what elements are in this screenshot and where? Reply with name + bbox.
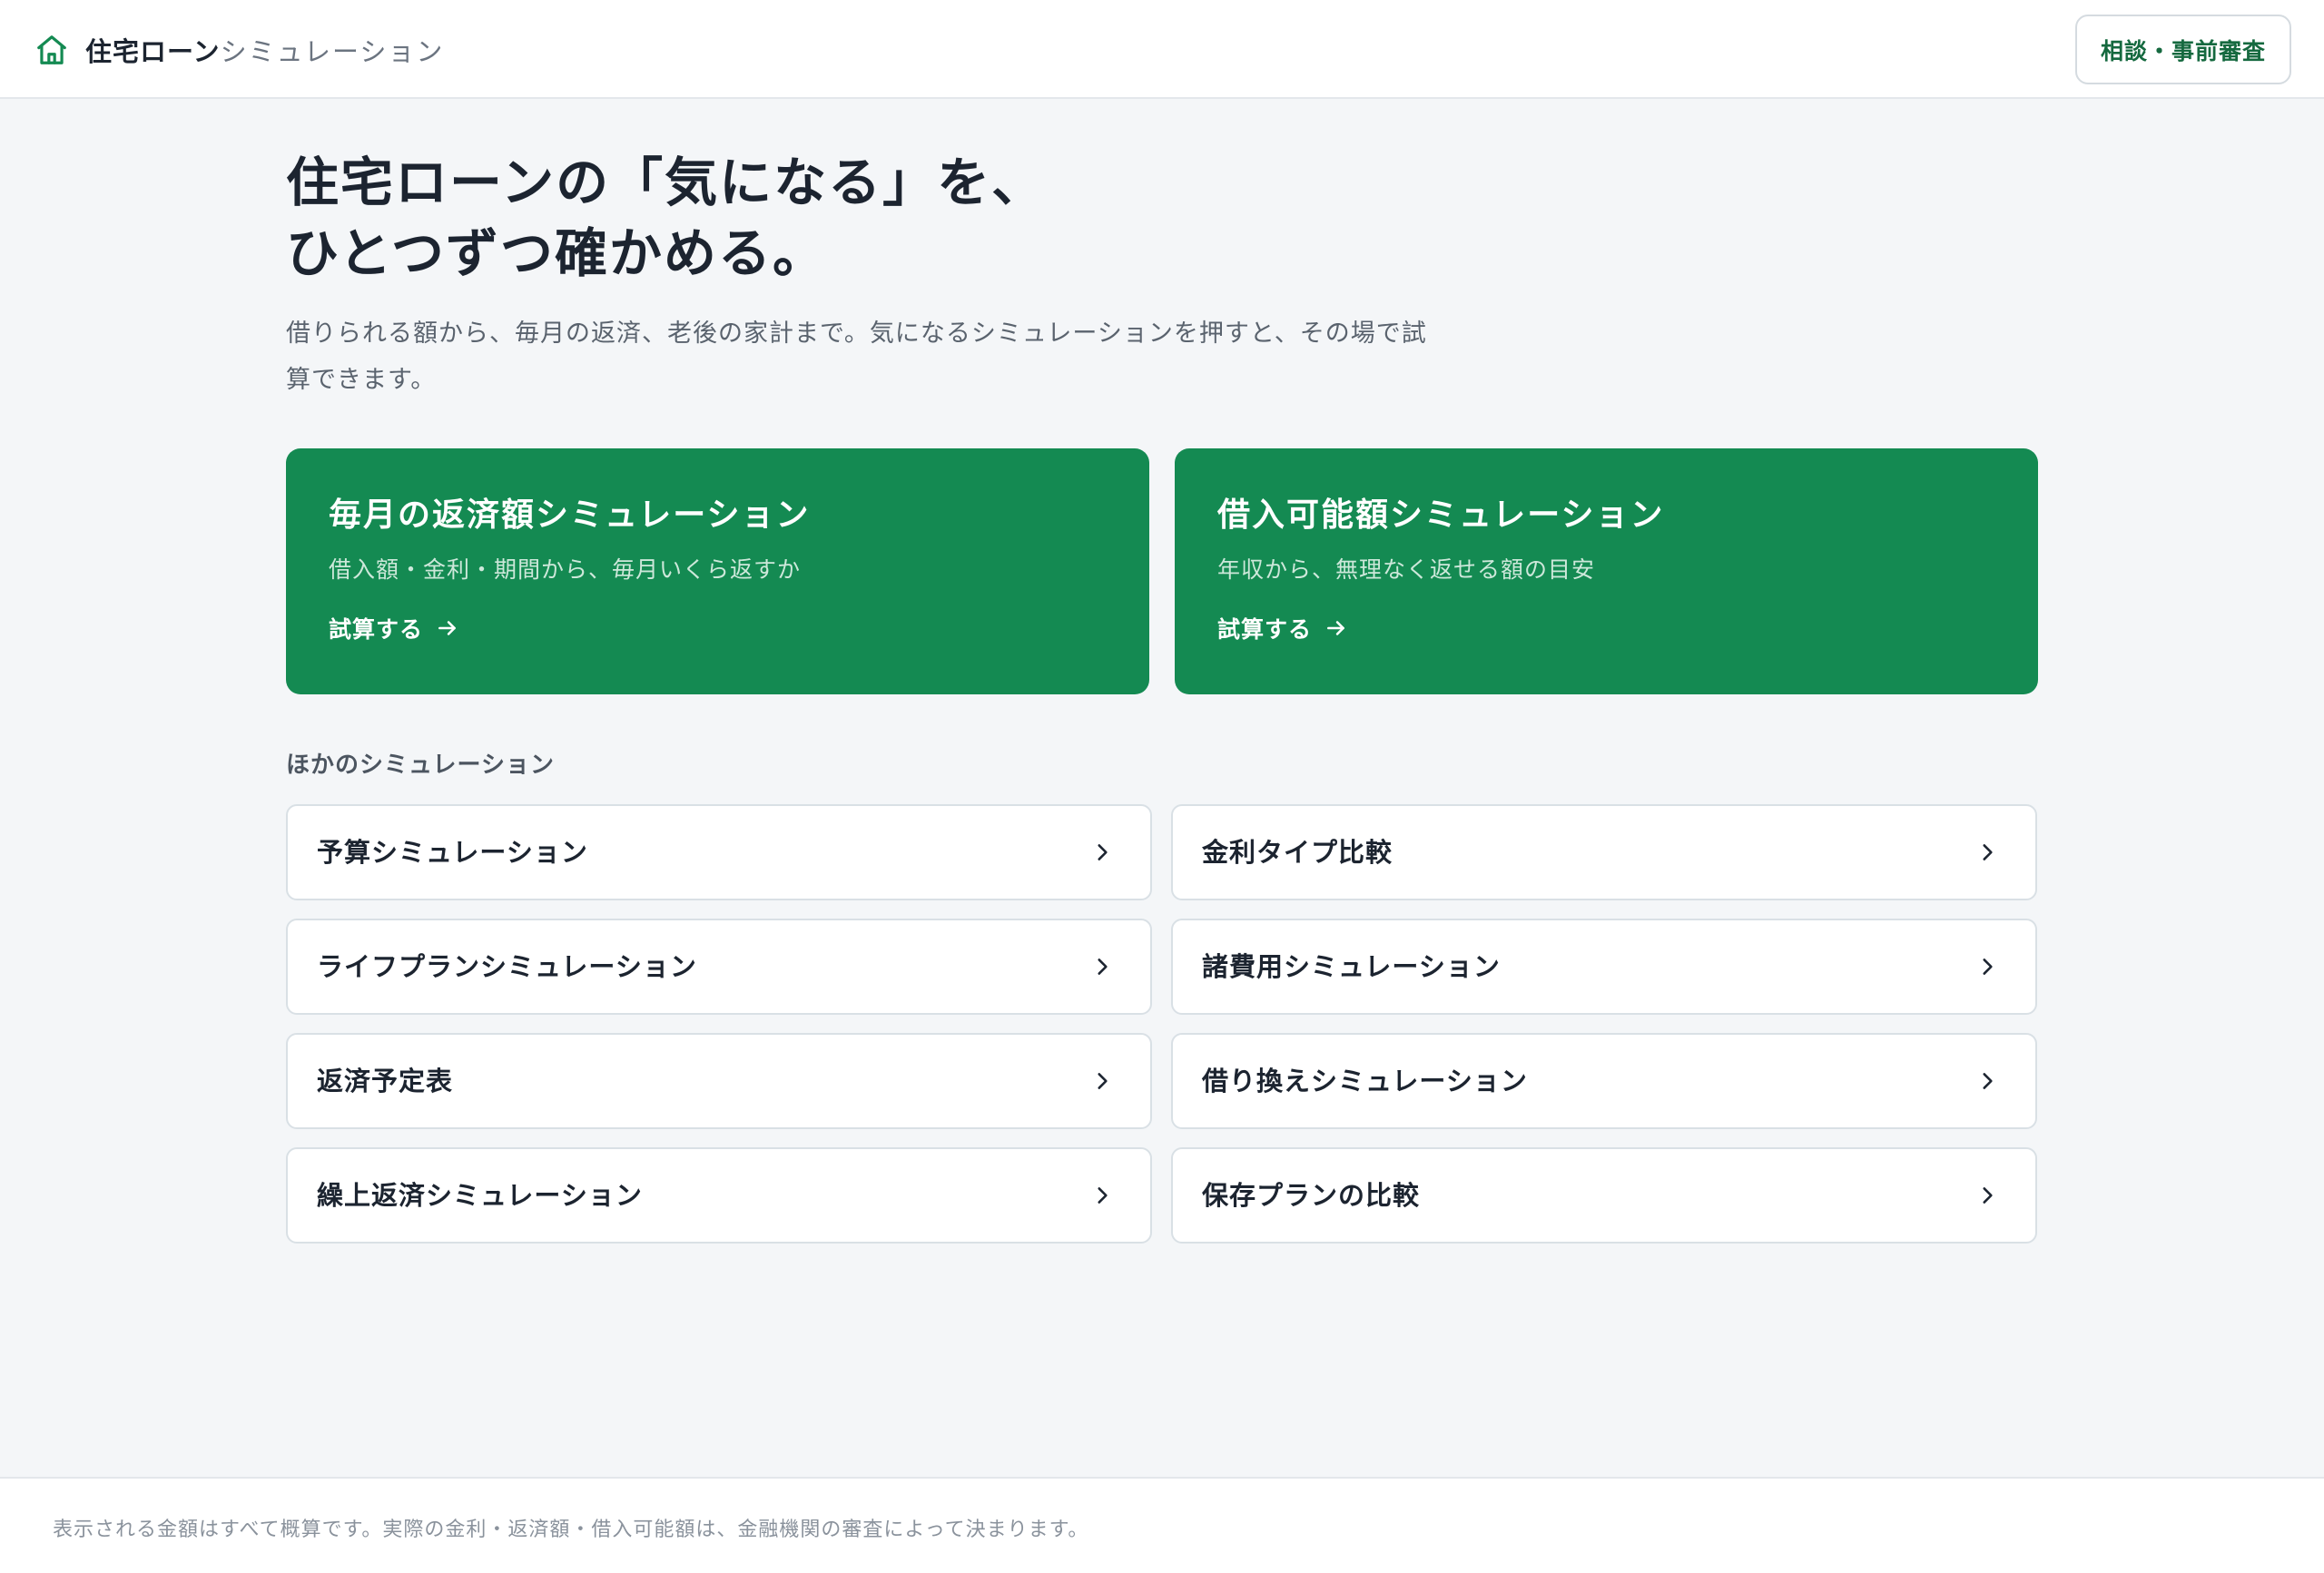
brand-link[interactable]: 住宅ローン シミュレーション bbox=[34, 0, 444, 99]
list-item-label: 諸費用シミュレーション bbox=[1202, 951, 1501, 982]
featured-card-subtitle: 年収から、無理なく返せる額の目安 bbox=[1217, 556, 1596, 583]
chevron-right-icon bbox=[1975, 1184, 1999, 1207]
chevron-right-icon bbox=[1090, 955, 1114, 978]
chevron-right-icon bbox=[1975, 955, 1999, 978]
other-simulations-label: ほかのシミュレーション bbox=[286, 752, 555, 779]
consult-button[interactable]: 相談・事前審査 bbox=[2075, 15, 2291, 84]
chevron-right-icon bbox=[1090, 1069, 1114, 1093]
featured-card-cta[interactable]: 試算する bbox=[1217, 612, 1348, 644]
featured-card-title: 毎月の返済額シミュレーション bbox=[329, 496, 811, 534]
list-item-refinance[interactable]: 借り換えシミュレーション bbox=[1171, 1033, 2037, 1129]
app-header: 住宅ローン シミュレーション 相談・事前審査 bbox=[0, 0, 2324, 99]
list-item-label: 保存プランの比較 bbox=[1202, 1180, 1421, 1211]
hero-title-line2: ひとつずつ確かめる。 bbox=[286, 222, 827, 284]
list-item-budget[interactable]: 予算シミュレーション bbox=[286, 804, 1152, 900]
list-item-label: 返済予定表 bbox=[317, 1066, 454, 1096]
arrow-right-icon bbox=[1324, 616, 1348, 640]
chevron-right-icon bbox=[1975, 841, 1999, 864]
list-item-life-plan[interactable]: ライフプランシミュレーション bbox=[286, 919, 1152, 1015]
list-item-saved-plans[interactable]: 保存プランの比較 bbox=[1171, 1147, 2037, 1244]
brand-title-light: シミュレーション bbox=[220, 35, 445, 67]
arrow-right-icon bbox=[436, 616, 459, 640]
list-item-label: 金利タイプ比較 bbox=[1202, 837, 1393, 868]
chevron-right-icon bbox=[1090, 841, 1114, 864]
chevron-right-icon bbox=[1975, 1069, 1999, 1093]
cta-label: 試算する bbox=[329, 616, 424, 643]
brand-title-strong: 住宅ローン bbox=[85, 35, 221, 67]
cta-label: 試算する bbox=[1217, 616, 1313, 643]
list-item-repayment-schedule[interactable]: 返済予定表 bbox=[286, 1033, 1152, 1129]
featured-card-title: 借入可能額シミュレーション bbox=[1217, 496, 1665, 534]
disclaimer-note: 表示される金額はすべて概算です。実際の金利・返済額・借入可能額は、金融機関の審査… bbox=[53, 1519, 1089, 1541]
list-item-prepayment[interactable]: 繰上返済シミュレーション bbox=[286, 1147, 1152, 1244]
featured-card-borrowing-capacity[interactable]: 借入可能額シミュレーション 年収から、無理なく返せる額の目安 試算する bbox=[1175, 448, 2038, 694]
list-item-label: 借り換えシミュレーション bbox=[1202, 1066, 1528, 1096]
hero-title: 住宅ローンの「気になる」を、 ひとつずつ確かめる。 bbox=[286, 147, 1557, 289]
hero-description: 借りられる額から、毎月の返済、老後の家計まで。気になるシミュレーションを押すと、… bbox=[286, 320, 1427, 394]
featured-card-cta[interactable]: 試算する bbox=[329, 612, 459, 644]
list-item-closing-costs[interactable]: 諸費用シミュレーション bbox=[1171, 919, 2037, 1015]
list-item-label: 予算シミュレーション bbox=[317, 837, 588, 868]
list-item-rate-type-comparison[interactable]: 金利タイプ比較 bbox=[1171, 804, 2037, 900]
chevron-right-icon bbox=[1090, 1184, 1114, 1207]
featured-card-subtitle: 借入額・金利・期間から、毎月いくら返すか bbox=[329, 556, 802, 583]
home-icon bbox=[34, 33, 69, 67]
list-item-label: ライフプランシミュレーション bbox=[317, 951, 697, 982]
list-item-label: 繰上返済シミュレーション bbox=[317, 1180, 643, 1211]
hero-title-line1: 住宅ローンの「気になる」を、 bbox=[286, 152, 1047, 213]
featured-card-monthly-payment[interactable]: 毎月の返済額シミュレーション 借入額・金利・期間から、毎月いくら返すか 試算する bbox=[286, 448, 1149, 694]
page-footer: 表示される金額はすべて概算です。実際の金利・返済額・借入可能額は、金融機関の審査… bbox=[0, 1477, 2324, 1573]
